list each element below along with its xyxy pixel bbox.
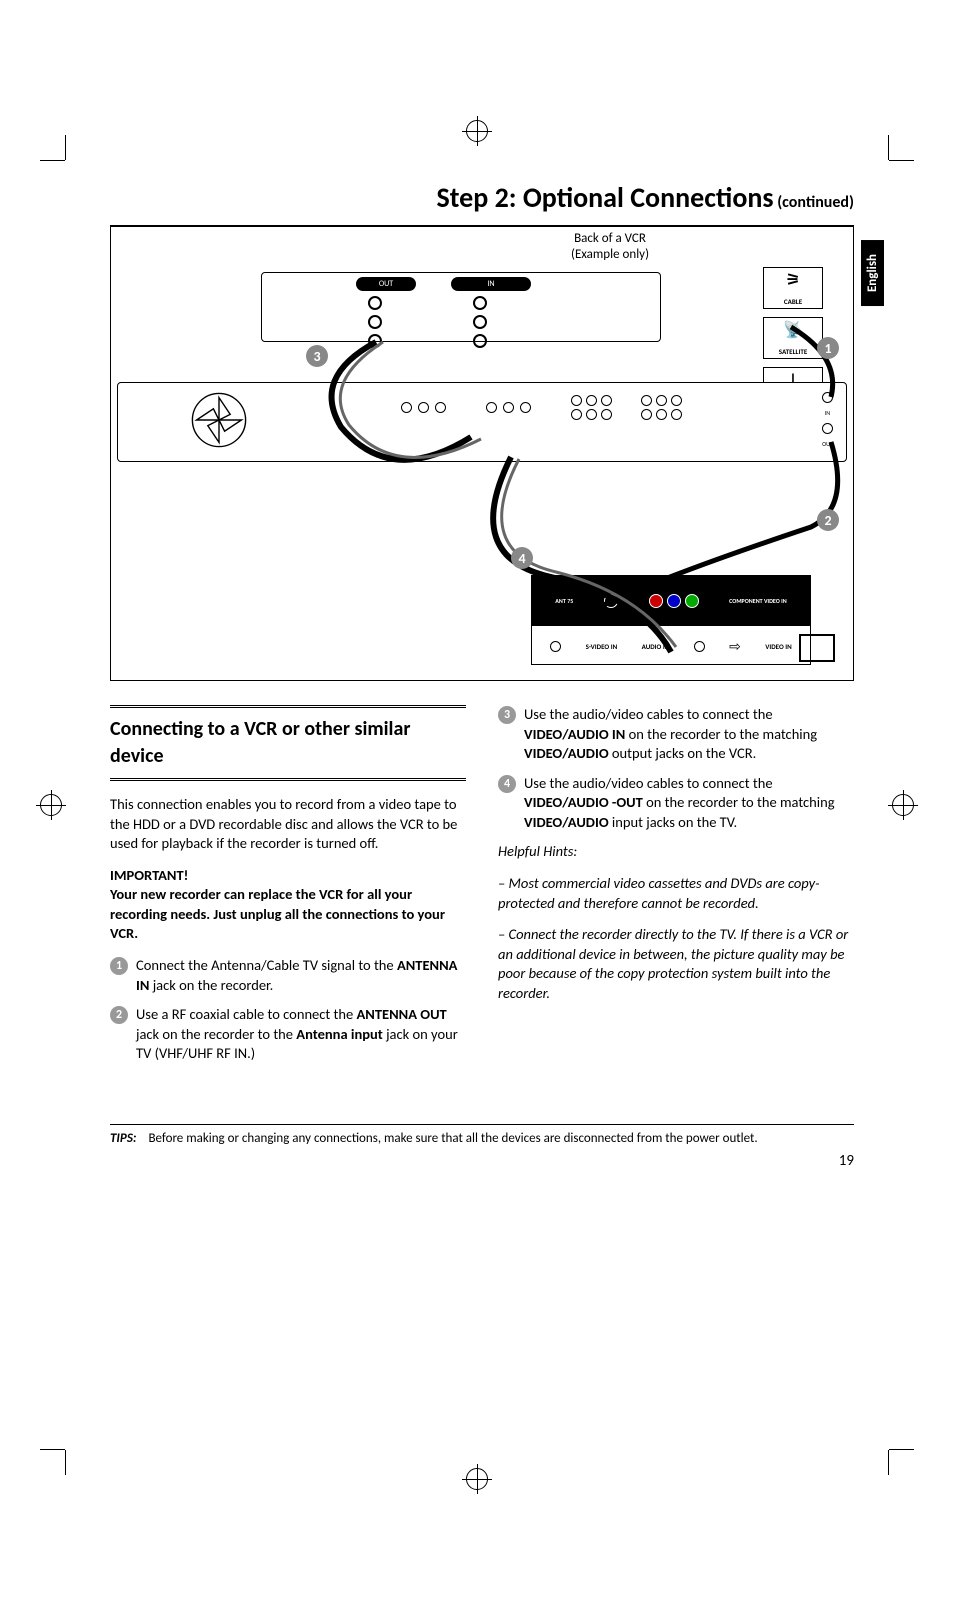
satellite-icon: 📡 xyxy=(783,320,803,340)
step-2: 2 Use a RF coaxial cable to connect the … xyxy=(110,1005,466,1064)
section-heading: Connecting to a VCR or other similar dev… xyxy=(110,705,466,781)
tv-screen-icon xyxy=(799,634,835,662)
callout-1: 1 xyxy=(817,337,839,359)
callout-4: 4 xyxy=(511,547,533,569)
step-4: 4 Use the audio/video cables to connect … xyxy=(498,774,854,833)
page-number: 19 xyxy=(110,1152,854,1170)
vcr-caption: Back of a VCR(Example only) xyxy=(571,231,649,262)
step-1: 1 Connect the Antenna/Cable TV signal to… xyxy=(110,956,466,995)
important-note: IMPORTANT! Your new recorder can replace… xyxy=(110,866,466,944)
hint-1: – Most commercial video cassettes and DV… xyxy=(498,874,854,913)
intro-text: This connection enables you to record fr… xyxy=(110,795,466,854)
callout-3: 3 xyxy=(306,345,328,367)
registration-mark-icon xyxy=(466,1468,488,1490)
callout-2: 2 xyxy=(817,509,839,531)
hint-2: – Connect the recorder directly to the T… xyxy=(498,925,854,1003)
tips-footer: TIPS: Before making or changing any conn… xyxy=(110,1124,854,1146)
page-title: Step 2: Optional Connections (continued) xyxy=(110,180,854,215)
tv-device: ANT 75 COMPONENT VIDEO IN S-VIDEO IN AUD… xyxy=(531,575,811,665)
cable-icon: ⚞ xyxy=(786,270,800,290)
hints-heading: Helpful Hints: xyxy=(498,842,854,862)
connection-diagram: Back of a VCR(Example only) OUT IN ⚞CABL… xyxy=(110,225,854,681)
vcr-in-label: IN xyxy=(451,277,531,291)
fan-icon xyxy=(191,392,247,448)
vcr-out-label: OUT xyxy=(356,277,416,291)
step-3: 3 Use the audio/video cables to connect … xyxy=(498,705,854,764)
